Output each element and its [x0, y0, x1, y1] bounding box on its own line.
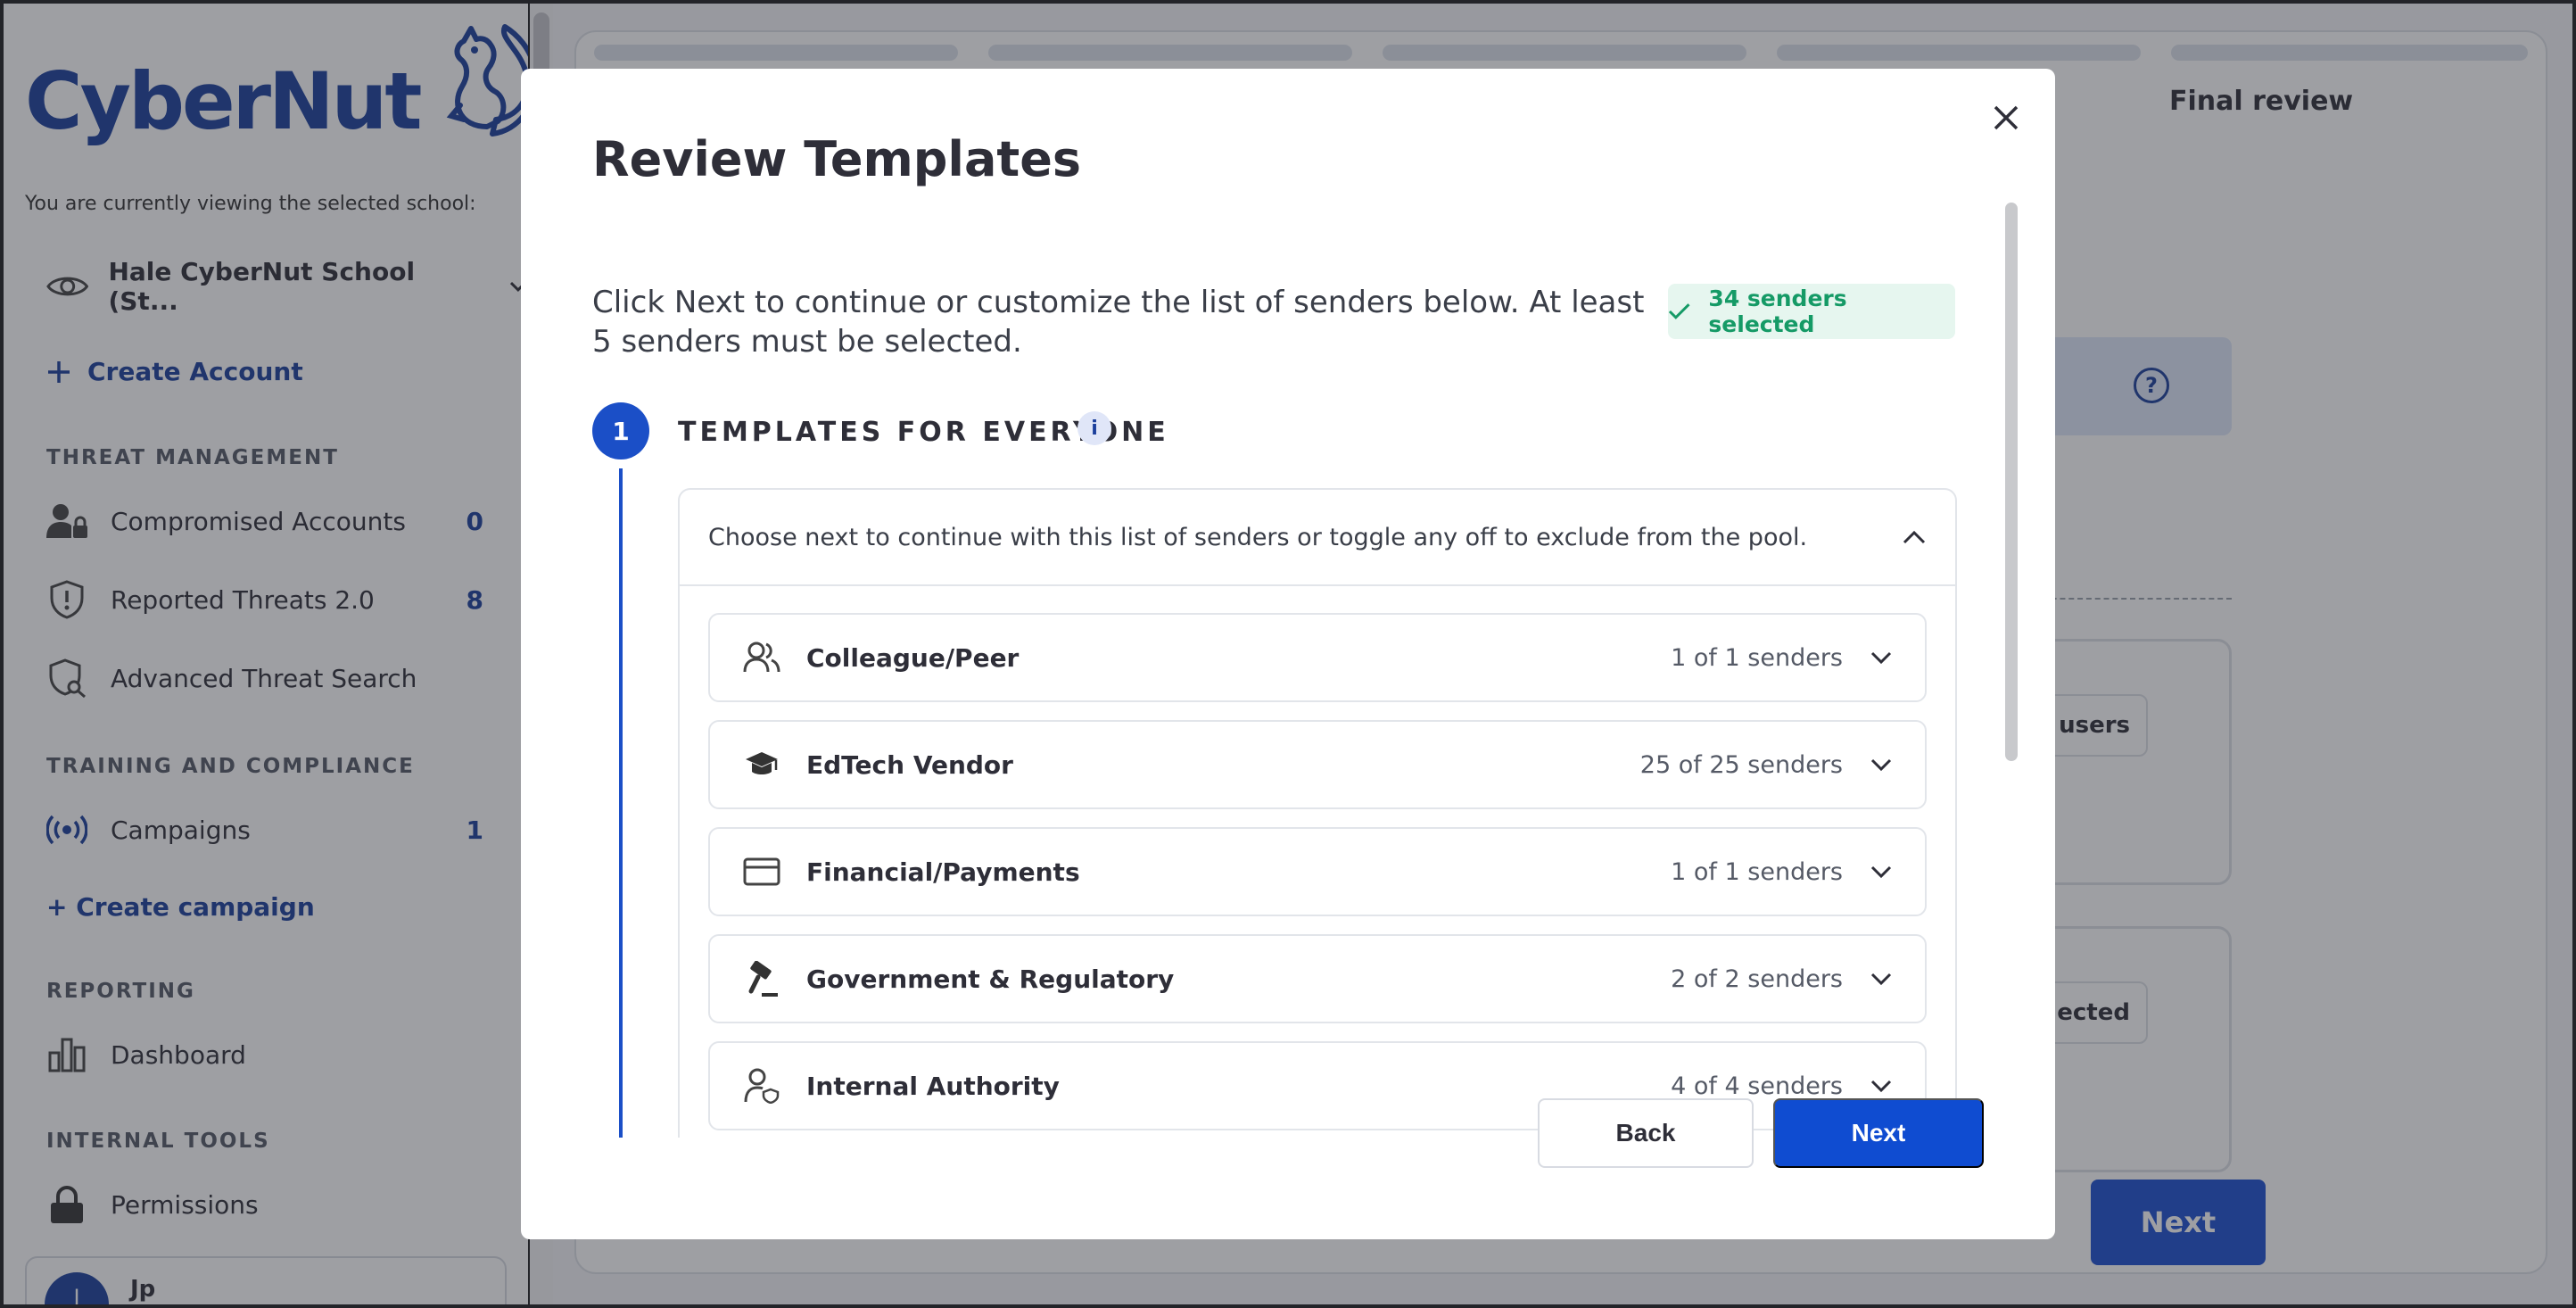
chevron-up-icon: [1903, 530, 1926, 544]
next-button[interactable]: Next: [1773, 1098, 1984, 1168]
category-row-government-regulatory[interactable]: Government & Regulatory 2 of 2 senders: [708, 934, 1927, 1023]
step-connector-line: [619, 468, 623, 1138]
category-count: 1 of 1 senders: [1671, 643, 1843, 672]
credit-card-icon: [742, 852, 781, 891]
category-list: Colleague/Peer 1 of 1 senders EdTech Ven…: [680, 586, 1955, 1130]
gavel-icon: [742, 959, 781, 998]
users-icon: [742, 638, 781, 677]
category-row-edtech-vendor[interactable]: EdTech Vendor 25 of 25 senders: [708, 720, 1927, 809]
modal-scrollbar[interactable]: [2003, 203, 2023, 1139]
category-name: Financial/Payments: [806, 857, 1080, 887]
info-icon[interactable]: i: [1077, 411, 1111, 445]
modal-description: Click Next to continue or customize the …: [592, 285, 1645, 360]
chevron-down-icon: [1870, 973, 1892, 986]
check-icon: [1668, 303, 1690, 319]
category-count: 2 of 2 senders: [1671, 964, 1843, 993]
back-button[interactable]: Back: [1538, 1098, 1754, 1168]
close-icon: [1994, 105, 2019, 130]
category-count: 1 of 1 senders: [1671, 857, 1843, 886]
category-row-financial-payments[interactable]: Financial/Payments 1 of 1 senders: [708, 827, 1927, 916]
modal-scrollbar-thumb[interactable]: [2005, 203, 2018, 761]
chevron-down-icon: [1870, 865, 1892, 879]
category-name: EdTech Vendor: [806, 749, 1013, 780]
chevron-down-icon: [1870, 1080, 1892, 1093]
user-shield-icon: [742, 1066, 781, 1105]
accordion-header-text: Choose next to continue with this list o…: [708, 523, 1808, 551]
step-number: 1: [592, 402, 649, 459]
senders-selected-badge: 34 senders selected: [1668, 284, 1955, 339]
graduation-cap-icon: [742, 745, 781, 784]
close-button[interactable]: [1984, 95, 2028, 140]
chevron-down-icon: [1870, 651, 1892, 665]
senders-selected-text: 34 senders selected: [1708, 286, 1847, 337]
modal-body: Click Next to continue or customize the …: [521, 201, 2019, 1138]
category-name: Internal Authority: [806, 1071, 1060, 1101]
category-count: 25 of 25 senders: [1639, 750, 1843, 779]
category-name: Government & Regulatory: [806, 964, 1175, 994]
chevron-down-icon: [1870, 758, 1892, 772]
review-templates-modal: Review Templates Click Next to continue …: [521, 69, 2055, 1239]
modal-title: Review Templates: [592, 131, 1081, 187]
category-row-colleague-peer[interactable]: Colleague/Peer 1 of 1 senders: [708, 613, 1927, 702]
category-name: Colleague/Peer: [806, 642, 1020, 673]
accordion-header[interactable]: Choose next to continue with this list o…: [680, 490, 1955, 586]
templates-accordion: Choose next to continue with this list o…: [678, 488, 1957, 1138]
category-count: 4 of 4 senders: [1671, 1072, 1843, 1100]
